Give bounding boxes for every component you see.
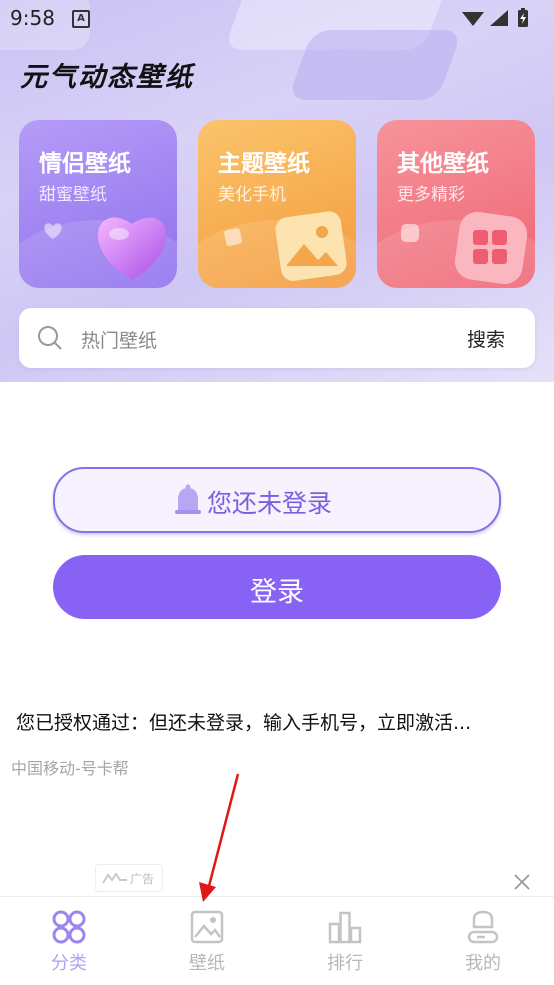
card-title: 情侣壁纸 [39, 151, 131, 177]
tab-wallpaper[interactable]: 壁纸 [138, 897, 276, 985]
tab-category[interactable]: 分类 [0, 897, 138, 985]
signal-icon [490, 10, 508, 26]
search-icon [38, 326, 62, 350]
status-icons [462, 8, 528, 27]
tab-profile[interactable]: 我的 [414, 897, 552, 985]
category-icon [52, 910, 86, 944]
bell-icon [175, 484, 201, 514]
card-title: 其他壁纸 [397, 151, 489, 177]
login-button[interactable]: 登录 [53, 555, 501, 619]
search-bar[interactable]: 热门壁纸 搜索 [19, 308, 535, 368]
app-title: 元气动态壁纸 [20, 62, 194, 93]
ranking-icon [328, 911, 362, 944]
category-card-other[interactable]: 其他壁纸 更多精彩 [377, 120, 535, 288]
tab-label: 我的 [465, 953, 501, 974]
profile-icon [467, 910, 499, 944]
annotation-arrow [199, 773, 240, 902]
tab-ranking[interactable]: 排行 [276, 897, 414, 985]
ad-label: 广告 [130, 872, 155, 886]
tab-label: 壁纸 [189, 953, 225, 974]
card-subtitle: 更多精彩 [397, 185, 465, 205]
grid-icon [454, 211, 528, 285]
login-notice: 您还未登录 [53, 467, 501, 533]
card-title: 主题壁纸 [218, 151, 310, 177]
card-subtitle: 美化手机 [218, 185, 286, 205]
small-grid-icon [401, 224, 419, 242]
tab-label: 排行 [327, 953, 363, 974]
image-icon [275, 211, 347, 281]
heart-icon [97, 217, 167, 280]
decor-shape [287, 30, 463, 100]
status-indicator: A [72, 10, 90, 28]
auth-message[interactable]: 您已授权通过：但还未登录，输入手机号，立即激活... [16, 708, 471, 735]
wallpaper-icon [190, 910, 224, 944]
bottom-tab-bar: 分类 壁纸 排行 我的 [0, 896, 554, 985]
card-subtitle: 甜蜜壁纸 [39, 185, 107, 205]
category-card-theme[interactable]: 主题壁纸 美化手机 [198, 120, 356, 288]
status-bar: 9:58 A [0, 0, 554, 36]
close-icon[interactable] [512, 872, 532, 892]
search-input[interactable]: 热门壁纸 [81, 326, 157, 353]
status-time: 9:58 [10, 6, 55, 30]
wifi-icon [462, 12, 484, 26]
category-card-couple[interactable]: 情侣壁纸 甜蜜壁纸 [19, 120, 177, 288]
tab-label: 分类 [51, 953, 87, 974]
carrier-label: 中国移动-号卡帮 [11, 759, 129, 778]
small-heart-icon [44, 223, 62, 239]
ad-badge: 广告 [95, 864, 163, 892]
small-image-icon [224, 228, 242, 246]
login-button-label: 登录 [250, 577, 304, 608]
hero-banner: 9:58 A 元气动态壁纸 情侣壁纸 甜蜜壁纸 主题壁纸 美化手机 其他壁纸 更… [0, 0, 554, 382]
search-button[interactable]: 搜索 [467, 325, 505, 352]
login-notice-text: 您还未登录 [207, 489, 333, 518]
ad-logo-icon [102, 872, 127, 884]
